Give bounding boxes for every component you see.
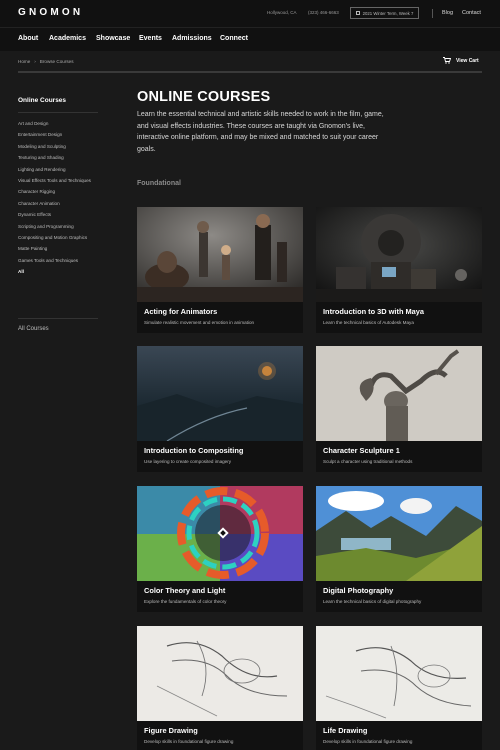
course-title: Color Theory and Light: [144, 586, 226, 595]
tour-button-label: 2021 Winter Term, Week 7: [362, 10, 414, 16]
sidebar-divider: [18, 112, 98, 113]
course-image-acting: [137, 207, 303, 302]
nav-item-about[interactable]: About: [18, 35, 38, 42]
sidebar-item-art-and-design[interactable]: Art and Design: [18, 121, 98, 126]
course-image-figure-drawing: [137, 626, 303, 721]
tour-button[interactable]: 2021 Winter Term, Week 7: [350, 7, 419, 19]
course-subtitle: Use layering to create composited imager…: [144, 459, 232, 464]
sidebar-item-character-animation[interactable]: Character Animation: [18, 201, 98, 206]
course-subtitle: Learn the technical basics of digital ph…: [323, 599, 422, 604]
course-image-life-drawing: [316, 626, 482, 721]
course-subtitle: Explore the fundamentals of color theory: [144, 599, 227, 604]
course-subtitle: Develop skills in foundational figure dr…: [144, 739, 234, 744]
all-courses-link[interactable]: All Courses: [18, 326, 49, 332]
nav-item-connect[interactable]: Connect: [220, 35, 248, 42]
view-cart-button[interactable]: View Cart: [443, 57, 479, 64]
sidebar-item-compositing[interactable]: Compositing and Motion Graphics: [18, 235, 98, 240]
sidebar-item-scripting[interactable]: Scripting and Programming: [18, 224, 98, 229]
course-title: Figure Drawing: [144, 726, 198, 735]
course-card-color-theory[interactable]: Color Theory and Light Explore the funda…: [137, 486, 303, 612]
phone-link[interactable]: (323) 466-6663: [308, 10, 339, 15]
course-title: Character Sculpture 1: [323, 446, 400, 455]
sidebar-item-matte-painting[interactable]: Matte Painting: [18, 246, 98, 251]
sidebar-divider-bottom: [18, 318, 98, 319]
top-bar: GNOMON Hollywood, CA (323) 466-6663 2021…: [0, 0, 500, 27]
course-title: Introduction to 3D with Maya: [323, 307, 425, 316]
sidebar-item-games-tools[interactable]: Games Tools and Techniques: [18, 258, 98, 263]
sidebar-item-modeling-and-sculpting[interactable]: Modeling and Sculpting: [18, 144, 98, 149]
page-title: ONLINE COURSES: [137, 89, 271, 105]
course-title: Acting for Animators: [144, 307, 218, 316]
breadcrumb-home[interactable]: Home: [18, 59, 30, 64]
sidebar-item-all[interactable]: All: [18, 269, 98, 274]
course-subtitle: Learn the technical basics of Autodesk M…: [323, 320, 414, 325]
sidebar-item-lighting-and-rendering[interactable]: Lighting and Rendering: [18, 167, 98, 172]
course-card-photography[interactable]: Digital Photography Learn the technical …: [316, 486, 482, 612]
nav-item-events[interactable]: Events: [139, 35, 162, 42]
course-card-life-drawing[interactable]: Life Drawing Develop skills in foundatio…: [316, 626, 482, 750]
top-divider: [432, 9, 433, 18]
header-divider: [18, 71, 482, 73]
course-title: Life Drawing: [323, 726, 368, 735]
course-title: Digital Photography: [323, 586, 394, 595]
sidebar-item-entertainment-design[interactable]: Entertainment Design: [18, 132, 98, 137]
course-card-sculpture[interactable]: Character Sculpture 1 Sculpt a character…: [316, 346, 482, 472]
course-card-figure-drawing[interactable]: Figure Drawing Develop skills in foundat…: [137, 626, 303, 750]
cart-icon: [443, 57, 451, 64]
course-image-compositing: [137, 346, 303, 441]
location-text: Hollywood, CA: [267, 10, 297, 15]
course-card-maya[interactable]: Introduction to 3D with Maya Learn the t…: [316, 207, 482, 333]
intro-text: Learn the essential technical and artist…: [137, 111, 384, 153]
course-image-sculpture: [316, 346, 482, 441]
blog-link[interactable]: Blog: [442, 10, 453, 16]
calendar-icon: [355, 11, 360, 15]
gnomon-logo[interactable]: GNOMON: [18, 7, 83, 18]
view-cart-label: View Cart: [456, 57, 479, 64]
course-title: Introduction to Compositing: [144, 446, 244, 455]
breadcrumb-current: Browse Courses: [39, 59, 74, 64]
breadcrumb-separator: ›: [34, 59, 36, 64]
section-heading-foundational: Foundational: [137, 180, 181, 187]
sidebar-item-visual-effects[interactable]: Visual Effects Tools and Techniques: [18, 178, 98, 183]
sidebar-item-texturing-and-shading[interactable]: Texturing and Shading: [18, 155, 98, 160]
course-subtitle: Simulate realistic movement and emotion …: [144, 320, 255, 325]
nav-item-academics[interactable]: Academics: [49, 35, 86, 42]
course-card-compositing[interactable]: Introduction to Compositing Use layering…: [137, 346, 303, 472]
course-image-photography: [316, 486, 482, 581]
main-nav: About Academics Showcase Events Admissio…: [0, 27, 500, 51]
nav-item-showcase[interactable]: Showcase: [96, 35, 130, 42]
breadcrumb: Home › Browse Courses: [18, 59, 74, 64]
contact-link[interactable]: Contact: [462, 10, 481, 16]
sidebar-category-list: Art and Design Entertainment Design Mode…: [18, 121, 98, 280]
course-image-color-theory: [137, 486, 303, 581]
nav-item-admissions[interactable]: Admissions: [172, 35, 212, 42]
course-card-acting[interactable]: Acting for Animators Simulate realistic …: [137, 207, 303, 333]
course-image-maya: [316, 207, 482, 302]
course-subtitle: Sculpt a character using traditional met…: [323, 459, 413, 464]
course-subtitle: Develop skills in foundational figure dr…: [323, 739, 413, 744]
sidebar-item-dynamic-effects[interactable]: Dynamic Effects: [18, 212, 98, 217]
sidebar-title[interactable]: Online Courses: [18, 97, 66, 104]
sidebar-item-character-rigging[interactable]: Character Rigging: [18, 189, 98, 194]
